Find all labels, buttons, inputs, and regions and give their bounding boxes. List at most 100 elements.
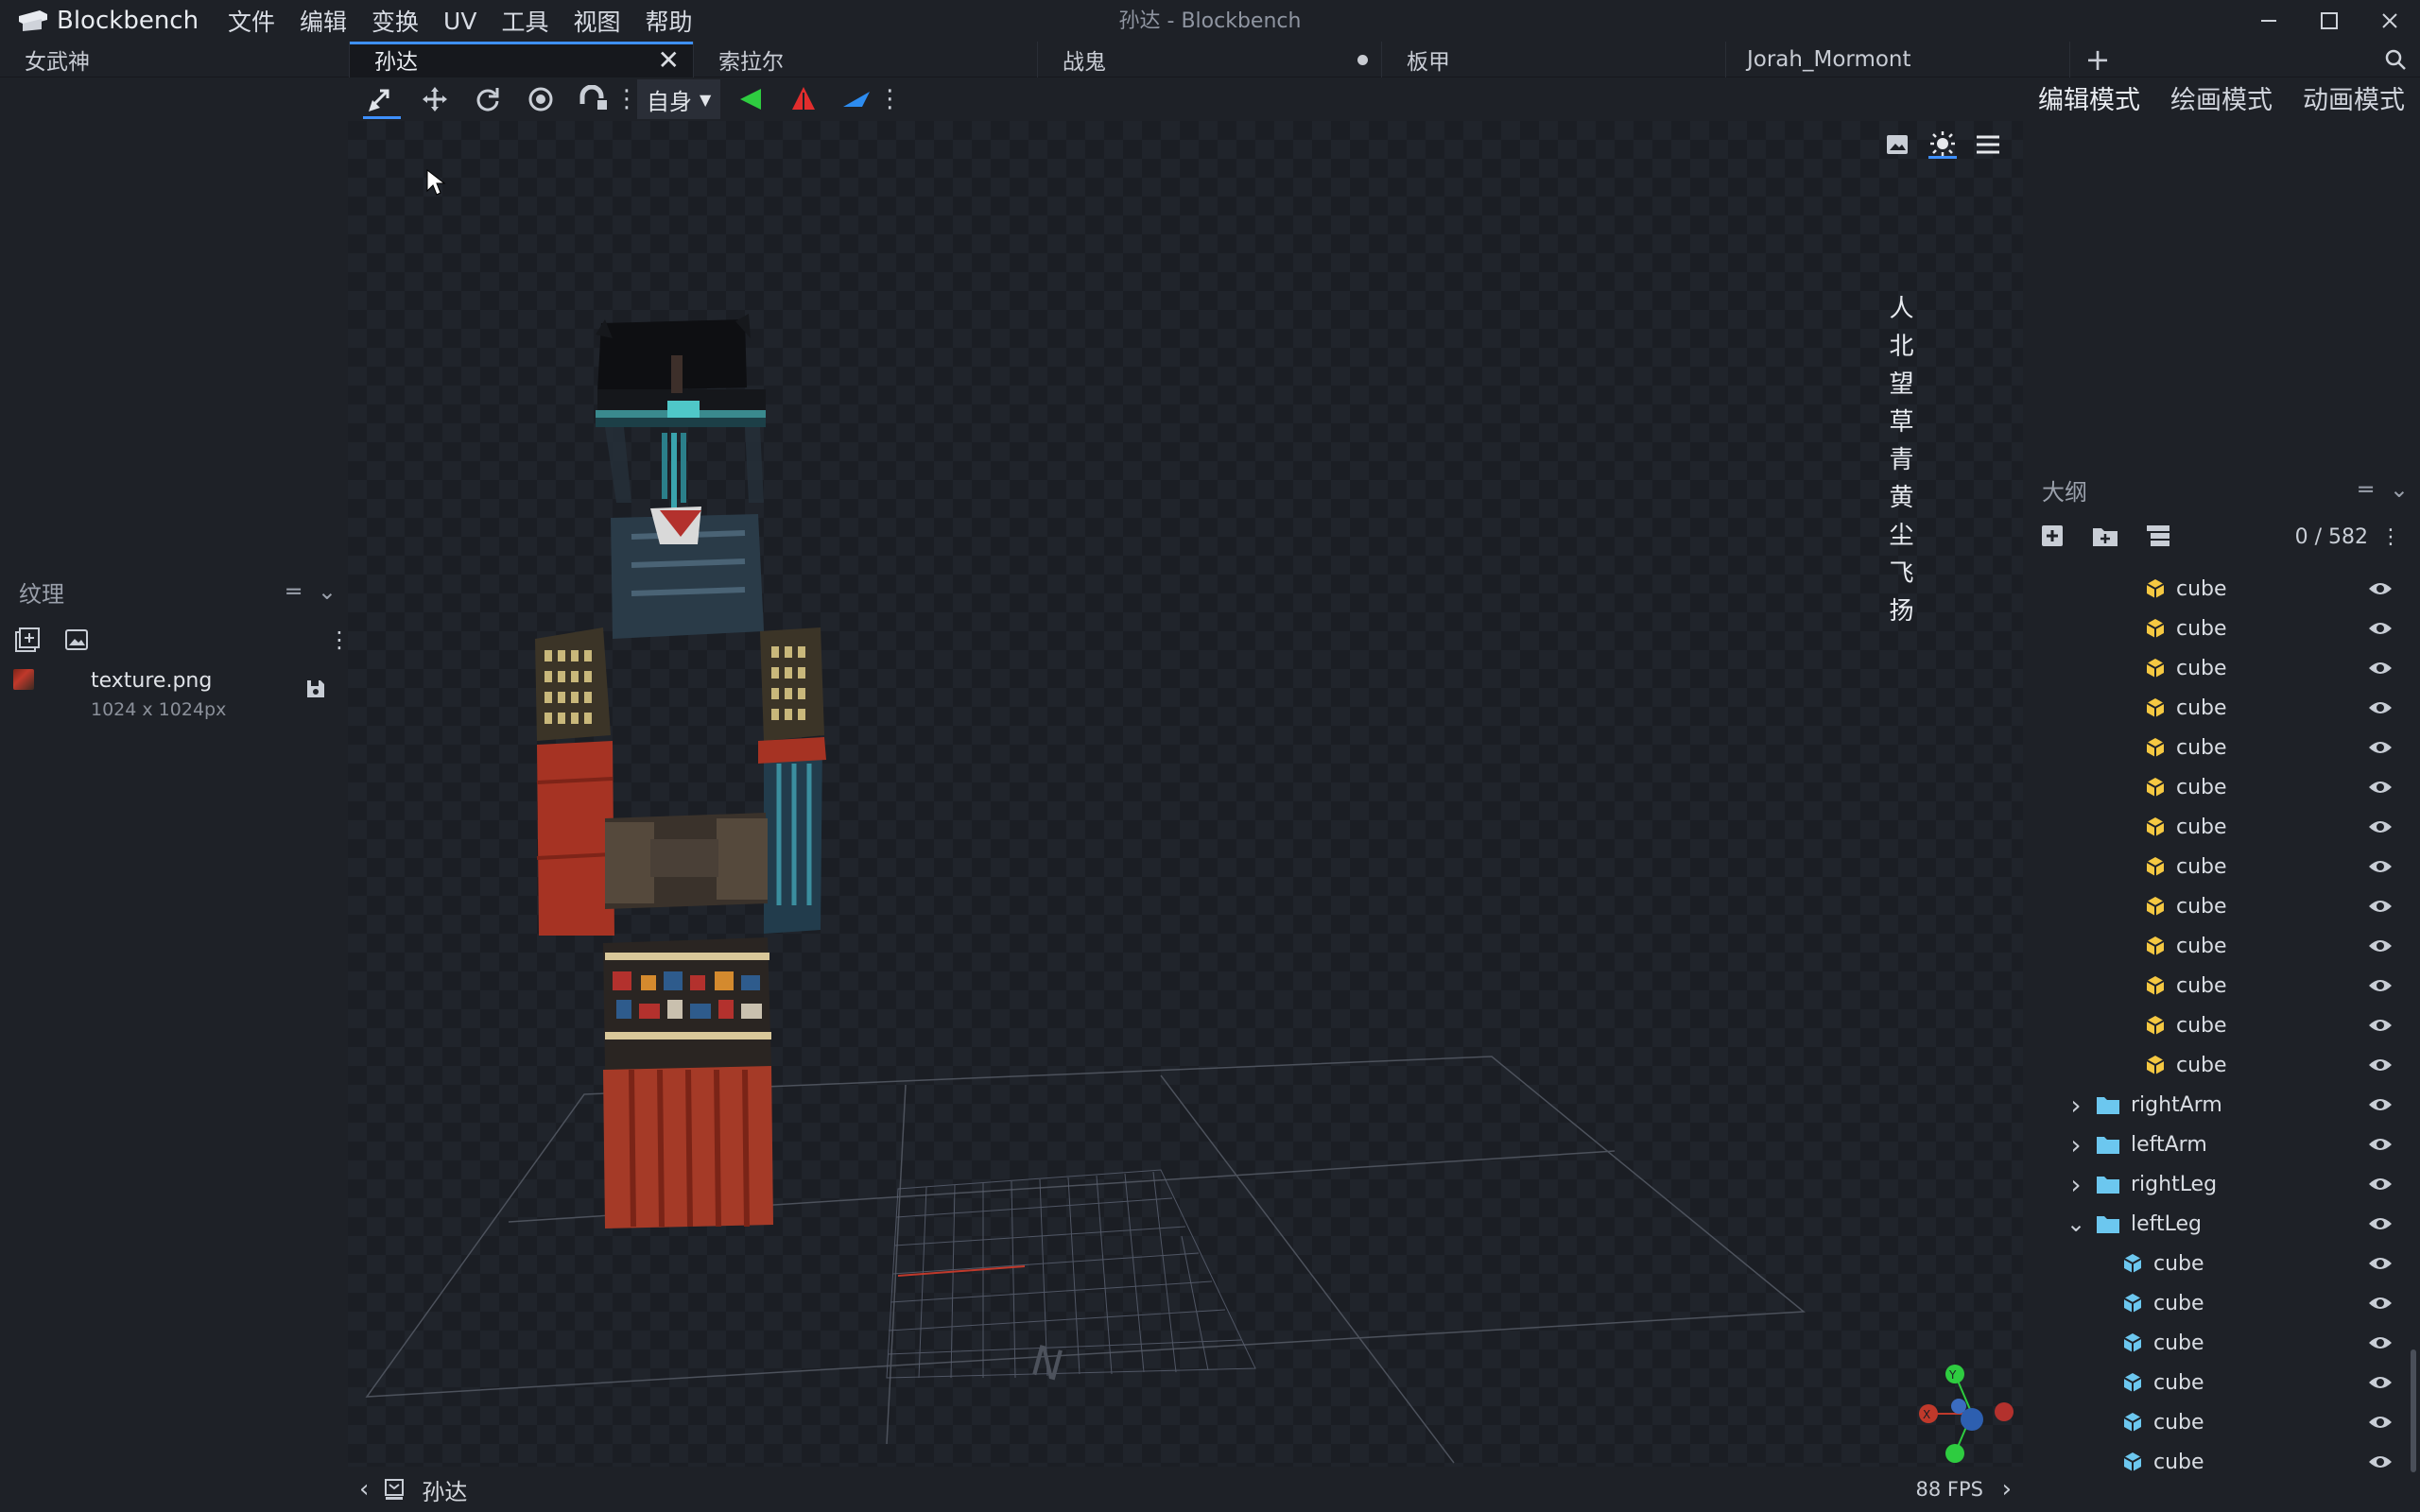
menu-help[interactable]: 帮助 [632, 0, 704, 42]
move-tool-button[interactable] [355, 77, 408, 121]
chevron-right-icon[interactable]: › [2066, 1169, 2085, 1200]
add-group-button[interactable] [2091, 522, 2119, 550]
outliner-cube[interactable]: cube [2023, 886, 2401, 926]
chevron-down-icon[interactable]: ⌄ [2066, 1211, 2085, 1237]
outliner-cube[interactable]: cube [2023, 1045, 2401, 1085]
tab-jorah-mormont[interactable]: Jorah_Mormont [1726, 42, 2070, 77]
menu-uv[interactable]: UV [431, 0, 489, 42]
add-cube-button[interactable] [2038, 522, 2066, 550]
outliner-group-leftArm[interactable]: › leftArm [2023, 1125, 2401, 1164]
outliner-scrollbar[interactable] [2411, 1349, 2416, 1472]
visibility-eye-icon[interactable] [2367, 619, 2394, 638]
chevron-down-icon[interactable]: ⌄ [318, 578, 337, 605]
visibility-eye-icon[interactable] [2367, 579, 2394, 598]
visibility-eye-icon[interactable] [2367, 897, 2394, 916]
outliner-cube[interactable]: cube [2023, 926, 2401, 966]
outliner-cube[interactable]: cube [2023, 966, 2401, 1005]
outliner-cube[interactable]: cube [2023, 847, 2401, 886]
toolbar-more-icon[interactable]: ⋮ [614, 85, 639, 113]
chevron-right-icon[interactable]: › [2066, 1090, 2085, 1121]
toolbar-more-icon-2[interactable]: ⋮ [877, 85, 902, 113]
outliner-cube[interactable]: cube [2023, 648, 2401, 688]
pivot-tool-button[interactable] [514, 77, 567, 121]
outliner-cube[interactable]: cube [2023, 1283, 2401, 1323]
mirror-y-button[interactable] [777, 77, 830, 121]
mode-paint[interactable]: 绘画模式 [2170, 79, 2273, 120]
new-tab-button[interactable]: + [2070, 42, 2125, 77]
outliner-cube[interactable]: cube [2023, 609, 2401, 648]
panel-menu-icon[interactable]: ═ [2359, 476, 2372, 503]
visibility-eye-icon[interactable] [2367, 1095, 2394, 1114]
outliner-cube[interactable]: cube [2023, 688, 2401, 728]
mode-edit[interactable]: 编辑模式 [2038, 79, 2140, 126]
texture-list-item[interactable]: texture.png 1024 x 1024px [13, 663, 339, 720]
outliner-group-rightArm[interactable]: › rightArm [2023, 1085, 2401, 1125]
visibility-eye-icon[interactable] [2367, 1452, 2394, 1471]
outliner-cube[interactable]: cube [2023, 1005, 2401, 1045]
menu-edit[interactable]: 编辑 [287, 0, 359, 42]
outliner-cube[interactable]: cube [2023, 1402, 2401, 1442]
translate-tool-button[interactable] [408, 77, 461, 121]
tab-plate-armor[interactable]: 板甲 [1382, 42, 1726, 77]
visibility-eye-icon[interactable] [2367, 1413, 2394, 1432]
outliner-cube[interactable]: cube [2023, 1363, 2401, 1402]
import-texture-button[interactable] [13, 626, 42, 654]
visibility-eye-icon[interactable] [2367, 1175, 2394, 1194]
3d-viewport[interactable]: N Y X 人北望草青黄尘飞扬 [348, 121, 2023, 1467]
visibility-eye-icon[interactable] [2367, 698, 2394, 717]
mirror-x-button[interactable] [724, 77, 777, 121]
visibility-eye-icon[interactable] [2367, 817, 2394, 836]
outliner-cube[interactable]: cube [2023, 1244, 2401, 1283]
visibility-eye-icon[interactable] [2367, 976, 2394, 995]
rotate-tool-button[interactable] [461, 77, 514, 121]
outliner-cube[interactable]: cube [2023, 767, 2401, 807]
tab-valkyrie[interactable]: 女武神 [0, 42, 350, 77]
outliner-cube[interactable]: cube [2023, 807, 2401, 847]
visibility-eye-icon[interactable] [2367, 1016, 2394, 1035]
vertical-dots-icon[interactable]: ⋮ [2380, 525, 2401, 549]
maximize-button[interactable] [2299, 0, 2360, 42]
visibility-eye-icon[interactable] [2367, 936, 2394, 955]
outliner-cube[interactable]: cube [2023, 569, 2401, 609]
visibility-eye-icon[interactable] [2367, 1373, 2394, 1392]
visibility-eye-icon[interactable] [2367, 1294, 2394, 1313]
menu-tools[interactable]: 工具 [489, 0, 561, 42]
outliner-cube[interactable]: cube [2023, 1323, 2401, 1363]
visibility-eye-icon[interactable] [2367, 1056, 2394, 1074]
close-window-button[interactable] [2360, 0, 2420, 42]
tab-sunda[interactable]: 孙达 ✕ [350, 42, 694, 77]
visibility-eye-icon[interactable] [2367, 778, 2394, 797]
tab-war-ghost[interactable]: 战鬼 [1038, 42, 1382, 77]
save-texture-button[interactable] [302, 675, 330, 703]
visibility-eye-icon[interactable] [2367, 1214, 2394, 1233]
chevron-left-icon[interactable]: ‹ [359, 1475, 369, 1503]
outliner-group-rightLeg[interactable]: › rightLeg [2023, 1164, 2401, 1204]
chevron-down-icon[interactable]: ⌄ [2390, 476, 2409, 503]
minimize-button[interactable] [2238, 0, 2299, 42]
visibility-eye-icon[interactable] [2367, 1333, 2394, 1352]
panel-menu-icon[interactable]: ═ [286, 578, 300, 605]
search-button[interactable] [2371, 42, 2420, 77]
visibility-eye-icon[interactable] [2367, 1135, 2394, 1154]
outliner-cube[interactable]: cube [2023, 1442, 2401, 1482]
menu-view[interactable]: 视图 [561, 0, 632, 42]
mode-animate[interactable]: 动画模式 [2303, 79, 2405, 120]
outliner-cube[interactable]: cube [2023, 728, 2401, 767]
menu-transform[interactable]: 变换 [359, 0, 431, 42]
outliner-group-leftLeg[interactable]: ⌄ leftLeg [2023, 1204, 2401, 1244]
create-texture-button[interactable] [62, 626, 91, 654]
chevron-right-icon[interactable]: › [2002, 1475, 2012, 1503]
vertex-snap-tool-button[interactable] [567, 77, 620, 121]
chevron-right-icon[interactable]: › [2066, 1129, 2085, 1160]
mirror-z-button[interactable] [830, 77, 883, 121]
visibility-eye-icon[interactable] [2367, 857, 2394, 876]
sort-button[interactable] [2144, 522, 2172, 550]
lighting-button[interactable] [1928, 130, 1957, 159]
transform-space-dropdown[interactable]: 自身 ▼ [637, 79, 721, 119]
visibility-eye-icon[interactable] [2367, 1254, 2394, 1273]
tab-close-icon[interactable]: ✕ [658, 44, 680, 76]
viewport-menu-button[interactable] [1974, 130, 2002, 159]
tab-solaire[interactable]: 索拉尔 [694, 42, 1038, 77]
menu-file[interactable]: 文件 [216, 0, 287, 42]
visibility-eye-icon[interactable] [2367, 659, 2394, 678]
